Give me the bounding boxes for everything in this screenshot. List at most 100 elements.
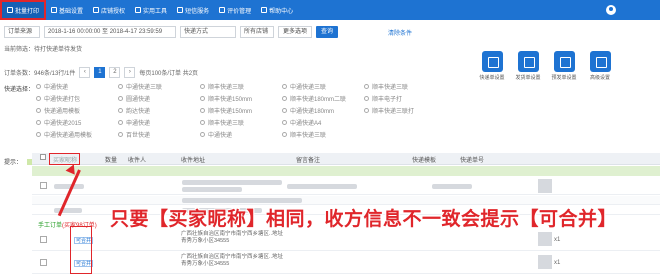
radio-icon[interactable] — [118, 120, 123, 125]
col-express-template: 快递模板 — [412, 158, 437, 164]
row-checkbox[interactable] — [40, 259, 47, 266]
page-2-button[interactable]: 2 — [109, 67, 121, 78]
delivery-option[interactable]: 中通快递打包 — [36, 94, 118, 103]
clear-filters-link[interactable]: 清除条件 — [388, 28, 412, 37]
row-checkbox[interactable] — [40, 182, 47, 189]
date-range-input[interactable]: 2018-1-16 00:00:00 至 2018-4-17 23:59:59 — [44, 26, 176, 38]
radio-icon[interactable] — [200, 120, 205, 125]
radio-icon[interactable] — [364, 96, 369, 101]
nav-reviews[interactable]: 评价管理 — [214, 0, 256, 20]
address-line1: 广西壮族自治区南宁市南宁西乡塘区..地址 — [181, 254, 284, 260]
delivery-option[interactable]: 顺丰快递三联 — [200, 118, 282, 127]
radio-icon[interactable] — [36, 108, 41, 113]
nav-label: 基础设置 — [59, 8, 84, 15]
delivery-select[interactable]: 快递方式 — [180, 26, 236, 38]
tools-icon — [135, 7, 142, 13]
radio-icon[interactable] — [282, 108, 287, 113]
delivery-option[interactable]: 顺丰快递三联打 — [364, 106, 446, 115]
page-1-button[interactable]: 1 — [94, 67, 106, 78]
radio-icon[interactable] — [36, 96, 41, 101]
delivery-option[interactable]: 中通快递三联 — [282, 82, 364, 91]
delivery-option[interactable]: 顺丰电子打 — [364, 94, 446, 103]
delivery-option[interactable]: 顺丰快递150mm — [200, 94, 282, 103]
radio-icon[interactable] — [36, 120, 41, 125]
delivery-option[interactable]: 圆通快递 — [118, 94, 200, 103]
delivery-option-label: 中通快递 — [208, 133, 233, 139]
tips-label: 提示： — [4, 160, 23, 166]
delivery-option[interactable]: 顺丰快递三联 — [282, 130, 364, 139]
radio-icon[interactable] — [200, 96, 205, 101]
radio-icon[interactable] — [118, 96, 123, 101]
delivery-option[interactable]: 中通快递 — [36, 82, 118, 91]
radio-icon[interactable] — [364, 84, 369, 89]
delivery-option[interactable]: 百世快递 — [118, 130, 200, 139]
radio-icon[interactable] — [282, 96, 287, 101]
nav-store-auth[interactable]: 店铺授权 — [88, 0, 130, 20]
blurred-text — [182, 198, 302, 203]
delivery-option — [364, 130, 446, 139]
blurred-text — [182, 187, 242, 192]
radio-icon[interactable] — [200, 84, 205, 89]
help-icon — [261, 7, 268, 13]
table-header: 数量 收件人 收件地址 留言备注 快递模板 快递单号 — [32, 153, 660, 165]
radio-icon[interactable] — [36, 132, 41, 137]
nav-basic-settings[interactable]: 基础设置 — [46, 0, 88, 20]
delivery-option-label: 顺丰快递150mm — [208, 97, 253, 103]
delivery-option[interactable]: 顺丰快递三联 — [200, 82, 282, 91]
delivery-option-label: 顺丰快递三联 — [208, 85, 245, 91]
radio-icon[interactable] — [118, 132, 123, 137]
delivery-option[interactable]: 快递通用模板 — [36, 106, 118, 115]
delivery-option[interactable]: 中通快递180mm — [282, 106, 364, 115]
order-count-text: 订单条数：946条/13行/1件 — [4, 71, 76, 77]
presend-settings-tile[interactable]: 预发单设置 — [550, 51, 578, 81]
merged-order-bar — [32, 166, 660, 176]
more-options-button[interactable]: 更多选项 — [278, 26, 313, 38]
radio-icon[interactable] — [282, 120, 287, 125]
row-checkbox[interactable] — [40, 236, 47, 243]
advanced-settings-tile[interactable]: 高级设置 — [586, 51, 614, 81]
nav-help[interactable]: 帮助中心 — [256, 0, 298, 20]
address-line2: 青秀万象小区34555 — [181, 238, 230, 244]
delivery-option[interactable]: 申通快递 — [118, 118, 200, 127]
delivery-option-label: 中通快递2015 — [44, 121, 82, 127]
search-button[interactable]: 查询 — [316, 26, 339, 38]
col-address: 收件地址 — [181, 158, 206, 164]
radio-icon[interactable] — [282, 84, 287, 89]
user-avatar-icon[interactable] — [606, 5, 616, 15]
radio-icon[interactable] — [118, 84, 123, 89]
delivery-option[interactable]: 中通快递 — [200, 130, 282, 139]
table-row[interactable] — [32, 177, 660, 195]
radio-icon[interactable] — [36, 84, 41, 89]
blurred-text — [287, 184, 357, 189]
nav-sms[interactable]: 短信服务 — [172, 0, 214, 20]
delivery-option[interactable]: 顺丰快递三联 — [364, 82, 446, 91]
delivery-option[interactable]: 中通快递三联 — [118, 82, 200, 91]
delivery-option-label: 顺丰快递三联 — [372, 85, 409, 91]
select-all-checkbox[interactable] — [40, 154, 46, 160]
store-select[interactable]: 所有店铺 — [240, 26, 274, 38]
nav-tools[interactable]: 实用工具 — [130, 0, 172, 20]
nav-batch-print[interactable]: 批量打印 — [0, 0, 47, 20]
radio-icon[interactable] — [364, 108, 369, 113]
shipping-settings-tile[interactable]: 发货单设置 — [514, 51, 542, 81]
delivery-option[interactable]: 中通快递A4 — [282, 118, 364, 127]
delivery-option[interactable]: 顺丰快递180mm二联 — [282, 94, 364, 103]
radio-icon[interactable] — [118, 108, 123, 113]
blurred-text — [432, 184, 472, 189]
express-settings-tile[interactable]: 快递单设置 — [478, 51, 506, 81]
next-page-button[interactable]: › — [124, 67, 136, 78]
product-thumbnail — [538, 255, 552, 269]
table-row[interactable] — [32, 252, 660, 274]
radio-icon[interactable] — [282, 132, 287, 137]
monitor-icon — [51, 7, 58, 13]
prev-page-button[interactable]: ‹ — [79, 67, 91, 78]
order-source-select[interactable]: 订单来源 — [4, 26, 40, 38]
nav-label: 批量打印 — [15, 8, 40, 15]
delivery-option[interactable]: 中通快递通用模板 — [36, 130, 118, 139]
delivery-option[interactable]: 韵达快递 — [118, 106, 200, 115]
table-row[interactable] — [32, 229, 660, 251]
radio-icon[interactable] — [200, 132, 205, 137]
radio-icon[interactable] — [200, 108, 205, 113]
delivery-option[interactable]: 顺丰快递150mm — [200, 106, 282, 115]
delivery-option[interactable]: 中通快递2015 — [36, 118, 118, 127]
